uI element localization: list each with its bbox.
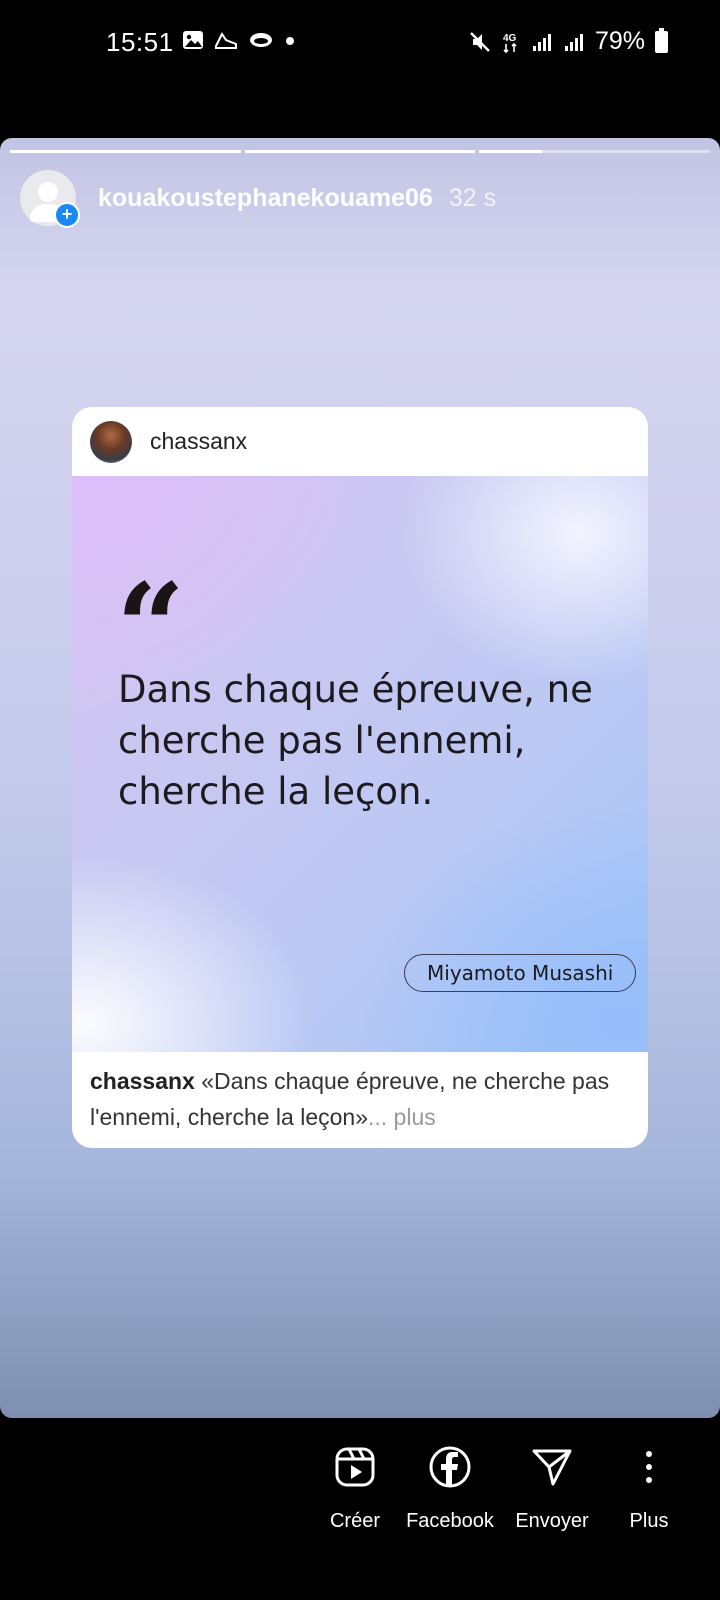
story-viewer[interactable]: + kouakoustephanekouame06 32 s chassanx …	[0, 138, 720, 1418]
svg-text:4G: 4G	[503, 33, 517, 44]
notification-icons	[182, 30, 296, 50]
quote-line: cherche la leçon.	[118, 770, 434, 813]
gallery-icon	[183, 31, 203, 49]
battery-icon	[655, 27, 668, 53]
create-label: Créer	[329, 1510, 380, 1532]
more-button[interactable]: Plus	[594, 1438, 704, 1533]
shared-post-card[interactable]: chassanx “ Dans chaque épreuve, ne cherc…	[72, 407, 648, 1148]
caption-username: chassanx	[90, 1068, 195, 1094]
add-icon: +	[54, 202, 80, 228]
post-header[interactable]: chassanx	[72, 407, 648, 476]
quote-line: cherche pas l'ennemi,	[118, 719, 526, 762]
progress-segment	[244, 150, 476, 153]
network-4g-icon: 4G	[503, 33, 517, 53]
status-bar: 15:51 4G 79%	[0, 0, 720, 90]
planet-icon	[250, 33, 272, 47]
caption-more-link[interactable]: ... plus	[368, 1104, 436, 1130]
send-button[interactable]: Envoyer	[497, 1438, 607, 1533]
post-author-name[interactable]: chassanx	[150, 428, 247, 455]
progress-segment-current	[479, 150, 711, 153]
facebook-share-button[interactable]: Facebook	[395, 1438, 505, 1533]
quote-text: Dans chaque épreuve, ne cherche pas l'en…	[118, 664, 618, 817]
signal-icon-2	[564, 33, 583, 51]
post-caption[interactable]: chassanx «Dans chaque épreuve, ne cherch…	[90, 1063, 630, 1135]
story-action-bar: Créer Facebook Envoyer Plus	[0, 1418, 720, 1600]
story-timestamp: 32 s	[448, 183, 497, 212]
signal-icon	[532, 33, 551, 51]
story-progress	[10, 150, 711, 153]
shoe-icon	[215, 32, 237, 49]
post-author-avatar[interactable]	[90, 420, 132, 463]
quote-author: Miyamoto Musashi	[404, 954, 637, 992]
dot-icon	[286, 37, 294, 45]
more-label: Plus	[629, 1510, 669, 1532]
quote-line: Dans chaque épreuve, ne	[118, 668, 593, 711]
facebook-label: Facebook	[406, 1510, 494, 1532]
status-time: 15:51	[106, 27, 174, 57]
mute-icon	[470, 31, 490, 52]
create-button[interactable]: Créer	[300, 1438, 410, 1533]
story-username[interactable]: kouakoustephanekouame06	[98, 184, 433, 213]
more-vertical-icon	[646, 1451, 652, 1483]
reels-icon	[335, 1447, 375, 1487]
facebook-icon	[429, 1446, 471, 1488]
progress-segment	[10, 150, 241, 153]
user-avatar[interactable]: +	[20, 170, 80, 228]
post-image[interactable]: “ Dans chaque épreuve, ne cherche pas l'…	[72, 476, 648, 1052]
battery-percentage: 79%	[594, 27, 645, 55]
send-icon	[532, 1449, 572, 1486]
send-label: Envoyer	[515, 1510, 589, 1532]
story-header[interactable]: + kouakoustephanekouame06 32 s	[20, 170, 497, 228]
